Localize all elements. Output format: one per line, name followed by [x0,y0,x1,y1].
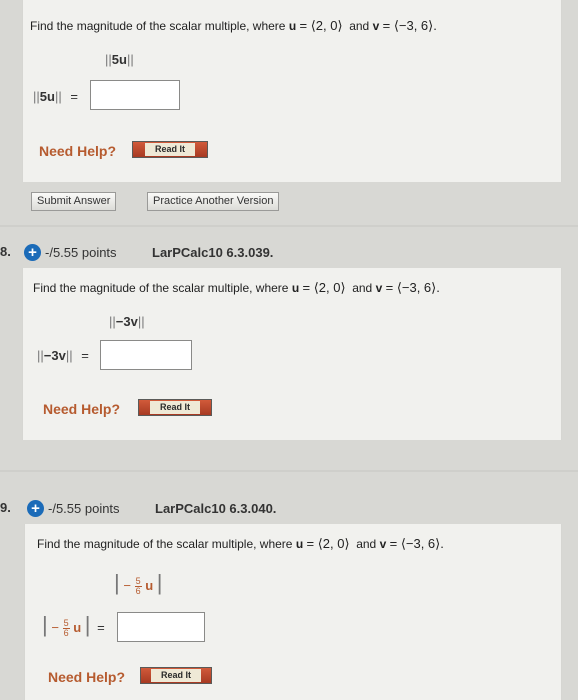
question-8-answer-label: ||−3v|| = [37,348,89,363]
question-8-number: 8. [0,244,11,259]
plus-circle-icon[interactable]: + [27,500,44,517]
question-1-need-help-label: Need Help? [39,143,117,159]
question-1-read-it-button[interactable]: Read It [132,141,208,158]
question-8-norm-expression: ||−3v|| [109,314,145,329]
question-8-read-it-button[interactable]: Read It [138,399,212,416]
question-9-answer-label: | − 56 u | = [42,612,105,639]
question-9-prompt: Find the magnitude of the scalar multipl… [37,536,444,551]
read-it-label: Read It [149,401,200,414]
fraction: 56 [134,576,142,597]
question-1-answer-input[interactable] [90,80,180,110]
question-8-code: LarPCalc10 6.3.039. [152,245,274,260]
question-9-norm-expression: | − 56 u | [114,570,163,597]
question-1-prompt: Find the magnitude of the scalar multipl… [30,18,437,33]
read-it-label: Read It [144,143,195,156]
question-8-answer-input[interactable] [100,340,192,370]
divider [0,470,578,472]
question-8-prompt: Find the magnitude of the scalar multipl… [33,280,440,295]
question-1-answer-label: ||5u|| = [33,89,78,104]
question-9-read-it-button[interactable]: Read It [140,667,212,684]
question-9-points: -/5.55 points [48,501,120,516]
submit-answer-button[interactable]: Submit Answer [31,192,117,211]
question-8-points: -/5.55 points [45,245,117,260]
question-9-code: LarPCalc10 6.3.040. [155,501,277,516]
practice-another-version-button[interactable]: Practice Another Version [147,192,280,211]
question-9-need-help-label: Need Help? [48,669,126,685]
question-9-answer-input[interactable] [117,612,205,642]
question-1-norm-expression: ||5u|| [105,52,134,67]
question-8-need-help-label: Need Help? [43,401,121,417]
fraction: 56 [62,618,70,639]
read-it-label: Read It [150,669,201,682]
plus-circle-icon[interactable]: + [24,244,41,261]
divider [0,225,578,227]
question-9-number: 9. [0,500,11,515]
